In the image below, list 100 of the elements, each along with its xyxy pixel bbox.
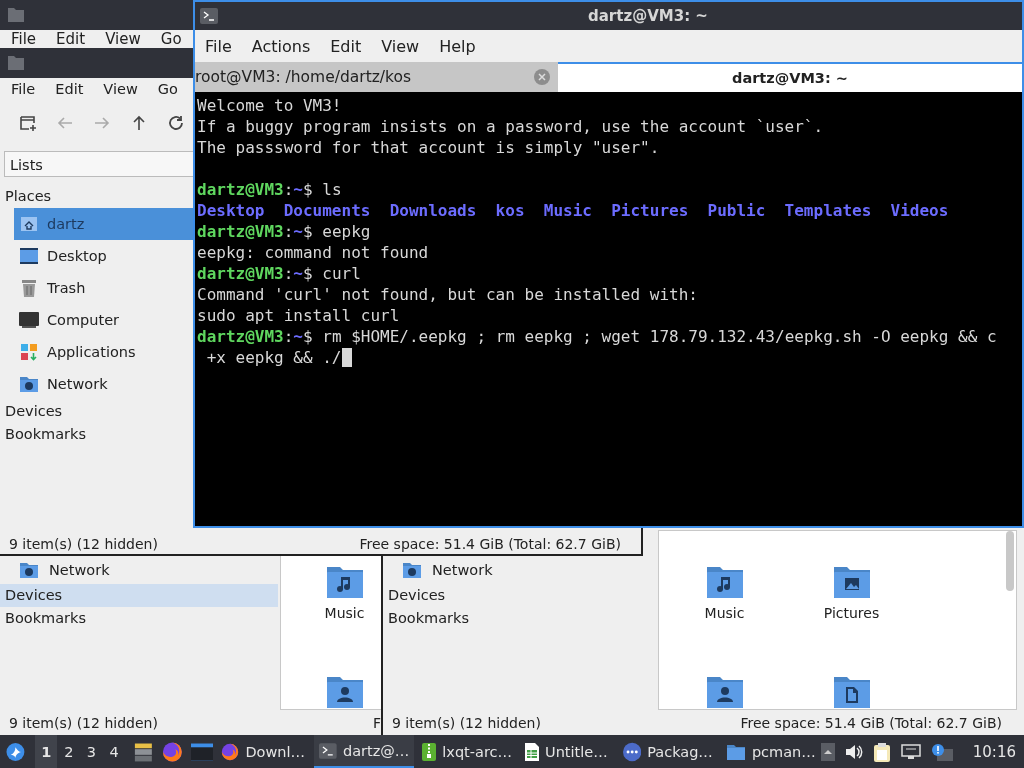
sidebar-label: Computer <box>47 312 120 328</box>
terminal-line: +x eepkg && ./ <box>197 347 352 368</box>
sidebar-item[interactable]: Computer <box>14 304 193 336</box>
status-text: Free space: 51.4 GiB (Total: 62.7 GiB) <box>740 714 1002 731</box>
menu-item[interactable]: File <box>195 36 242 56</box>
clock[interactable]: 10:16 <box>972 742 1016 761</box>
menu-item[interactable]: Go <box>149 30 191 48</box>
start-menu-icon[interactable] <box>6 741 25 762</box>
menu-item[interactable]: Edit <box>45 30 95 48</box>
sidebar-label: dartz <box>47 216 85 232</box>
terminal-line: dartz@VM3:~$ rm $HOME/.eepkg ; rm eepkg ; wget 178.79.132.43/eepkg.sh -O eepkg && c <box>197 326 997 347</box>
sidebar-section[interactable]: Devices <box>383 584 658 607</box>
status-text: 9 item(s) (12 hidden) <box>9 535 158 552</box>
status-text: 9 item(s) (12 hidden) <box>9 714 158 731</box>
sidebar-label: Network <box>432 562 493 578</box>
status-text: Free space: 51.4 GiB (Total: 62.7 GiB) <box>359 535 621 552</box>
sidebar-label: Trash <box>47 280 86 296</box>
task-button[interactable]: Downl… <box>216 735 312 768</box>
status-text: 9 item(s) (12 hidden) <box>392 714 541 731</box>
menu-item[interactable]: Edit <box>55 81 84 97</box>
terminal-line: sudo apt install curl <box>197 305 400 326</box>
folder-label: Music <box>704 605 745 621</box>
menu-item[interactable]: View <box>94 30 150 48</box>
sidebar-section[interactable]: Bookmarks <box>0 607 278 630</box>
sidebar-item[interactable]: Trash <box>14 272 193 304</box>
spreadsheet-icon <box>525 742 540 761</box>
title-bar[interactable] <box>0 48 193 78</box>
scrollbar[interactable] <box>1006 531 1014 591</box>
menu-item[interactable]: View <box>371 36 430 56</box>
volume-icon[interactable] <box>844 743 863 760</box>
sidebar-label: Applications <box>47 344 136 360</box>
sidebar-item[interactable]: Desktop <box>14 240 193 272</box>
menu-item[interactable]: Edit <box>320 36 372 56</box>
applications-icon <box>19 342 39 362</box>
tray-expand-icon[interactable] <box>820 742 835 761</box>
menu-item[interactable]: Go <box>157 81 178 97</box>
browser-icon <box>221 742 240 761</box>
terminal-icon <box>200 8 218 24</box>
sidebar-label: Desktop <box>47 248 107 264</box>
trash-icon <box>19 278 39 298</box>
folder-label: Music <box>324 605 365 621</box>
sidebar-section[interactable]: Bookmarks <box>383 607 658 630</box>
terminal-line: If a buggy program insists on a password, use the account `user`. <box>197 116 824 137</box>
terminal-line: eepkg: command not found <box>197 242 429 263</box>
desktop-icon <box>19 246 39 266</box>
menu-item[interactable]: File <box>0 30 46 48</box>
task-button[interactable]: Untitle… <box>520 735 615 768</box>
sidebar-section[interactable]: Devices <box>0 584 278 607</box>
workspace-button[interactable]: 1 <box>34 735 58 768</box>
workspace-button[interactable]: 4 <box>102 735 126 768</box>
task-button[interactable]: dartz@… <box>314 735 415 768</box>
computer-icon <box>19 310 39 330</box>
network-folder-icon <box>19 561 39 579</box>
new-tab-icon[interactable] <box>17 114 39 132</box>
folder-label: Pictures <box>823 605 880 621</box>
terminal-line: Desktop Documents Downloads kos Music Pictures Public Templates Videos <box>197 200 949 221</box>
update-icon[interactable] <box>930 742 953 761</box>
tab[interactable]: dartz@VM3: ~ <box>558 62 1022 92</box>
task-button[interactable]: Packag… <box>617 735 718 768</box>
sidebar-item[interactable]: Applications <box>14 336 193 368</box>
archive-icon <box>422 742 437 761</box>
sidebar-item[interactable]: Network <box>0 556 278 584</box>
view-mode-dropdown[interactable]: Lists <box>4 151 194 177</box>
package-icon <box>622 741 642 762</box>
sidebar-item[interactable]: Network <box>383 556 658 584</box>
title-bar[interactable]: dartz@VM3: ~ <box>195 2 1022 30</box>
menu-item[interactable]: Help <box>429 36 486 56</box>
folder-icon <box>8 56 24 70</box>
terminal-line: dartz@VM3:~$ ls <box>197 179 342 200</box>
sidebar-item[interactable]: Network <box>14 368 193 400</box>
folder-icon <box>725 742 746 761</box>
network-icon[interactable] <box>900 743 921 760</box>
terminal-line: The passsword for that account is simply "user". <box>197 137 660 158</box>
network-folder-icon <box>19 375 39 393</box>
workspace-button[interactable]: 2 <box>57 735 81 768</box>
home-icon <box>19 214 39 234</box>
clipboard-icon[interactable] <box>872 741 891 762</box>
terminal-line: dartz@VM3:~$ eepkg <box>197 221 371 242</box>
task-button[interactable]: lxqt-arc… <box>417 735 518 768</box>
sidebar-section[interactable]: Bookmarks <box>0 423 193 446</box>
sidebar-section[interactable]: Devices <box>0 400 193 423</box>
folder-icon <box>8 8 24 22</box>
browser-icon[interactable] <box>162 740 183 763</box>
terminal-line: dartz@VM3:~$ curl <box>197 263 361 284</box>
title-bar[interactable] <box>0 0 194 30</box>
menu-item[interactable]: File <box>11 81 36 97</box>
terminal-icon <box>319 742 337 759</box>
status-text: F <box>372 714 381 731</box>
section-label: Places <box>4 187 53 206</box>
workspace-button[interactable]: 3 <box>80 735 103 768</box>
window-icon[interactable] <box>190 742 214 761</box>
terminal-line: Welcome to VM3! <box>197 95 342 116</box>
sidebar-label: Network <box>47 376 108 392</box>
task-button[interactable]: pcman… <box>720 735 821 768</box>
menu-item[interactable]: View <box>103 81 138 97</box>
menu-item[interactable]: Actions <box>241 36 321 56</box>
network-folder-icon <box>402 561 422 579</box>
tab[interactable]: root@VM3: /home/dartz/kos <box>195 62 558 92</box>
terminal-line: Command 'curl' not found, but can be installed with: <box>197 284 698 305</box>
window-title: dartz@VM3: ~ <box>588 7 708 25</box>
